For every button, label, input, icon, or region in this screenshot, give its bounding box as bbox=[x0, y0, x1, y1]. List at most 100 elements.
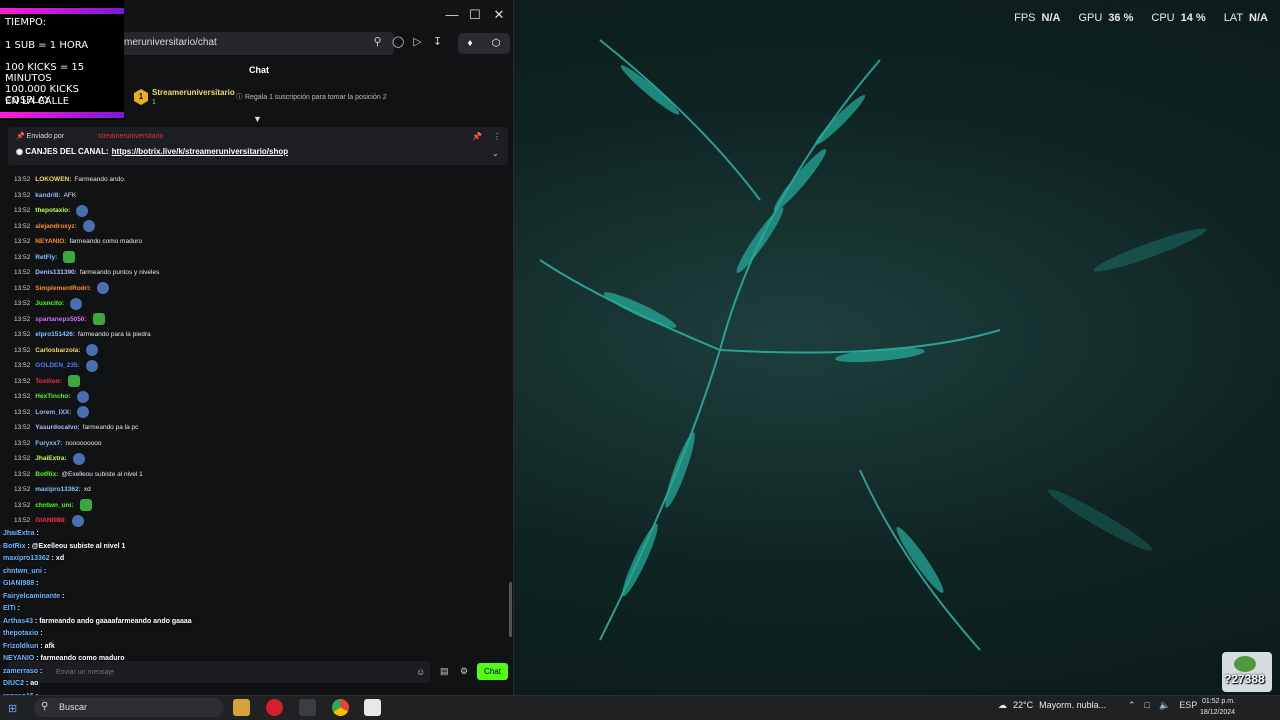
unpin-icon[interactable]: 📌 bbox=[472, 132, 482, 141]
message-user[interactable]: LOKOWEN: bbox=[35, 176, 71, 183]
emote-icon bbox=[86, 344, 99, 357]
emote-icon bbox=[92, 313, 105, 326]
network-icon[interactable]: □ bbox=[1145, 700, 1150, 711]
chat-message: 13:52 Carlosbarzola: bbox=[0, 343, 506, 359]
timer-title: TIEMPO: bbox=[5, 17, 47, 28]
message-time: 13:52 bbox=[14, 346, 31, 354]
chat-message: 13:52 JhaiExtra: bbox=[0, 451, 506, 467]
message-user[interactable]: GOLDEN_235: bbox=[35, 362, 79, 369]
collapse-icon[interactable]: ▼ bbox=[253, 114, 262, 124]
gear-icon[interactable]: ⚙ bbox=[460, 666, 468, 677]
overlay-chat-line: Frizoldkun : afk bbox=[0, 643, 240, 656]
message-time: 13:52 bbox=[14, 222, 31, 230]
overlay-user: ElTi bbox=[3, 605, 16, 612]
shield-icon[interactable]: ◯ bbox=[392, 37, 404, 48]
emoji-icon[interactable]: ☺ bbox=[416, 667, 425, 677]
overlay-chat-line: JhaiExtra : bbox=[0, 530, 240, 543]
clock[interactable]: 01:52 p.m. 18/12/2024 bbox=[1200, 696, 1235, 718]
emote-icon bbox=[70, 297, 83, 310]
message-time: 13:52 bbox=[14, 176, 31, 184]
message-user[interactable]: Furyxx7: bbox=[35, 440, 62, 447]
download-icon[interactable]: ↧ bbox=[432, 37, 443, 48]
overlay-text: : farmeando como maduro bbox=[34, 655, 125, 662]
message-user[interactable]: kandri8: bbox=[35, 192, 60, 199]
pinner-name[interactable]: streameruniversitario bbox=[98, 133, 163, 140]
overlay-text: : @Exelleou subiste al nivel 1 bbox=[25, 542, 126, 550]
emote-icon bbox=[77, 406, 90, 419]
pinned-message: 📌 Enviado por streameruniversitario ◉ CAN… bbox=[8, 127, 508, 165]
overlay-user: Fairyelcaminante bbox=[3, 592, 61, 600]
message-user[interactable]: BotRix: bbox=[35, 471, 58, 478]
taskbar-search[interactable]: ⚲ Buscar bbox=[34, 698, 224, 717]
gift-icon[interactable]: ▤ bbox=[440, 666, 449, 677]
expand-icon[interactable]: ⌄ bbox=[492, 149, 499, 158]
volume-icon[interactable]: 🔈 bbox=[1159, 700, 1170, 711]
message-user[interactable]: SimplementRodri: bbox=[35, 285, 91, 292]
message-time: 13:52 bbox=[14, 191, 31, 199]
message-text: AFK bbox=[63, 191, 77, 199]
send-icon[interactable]: ▷ bbox=[412, 37, 423, 48]
overlay-chat-line: DIUC2 : ao bbox=[0, 680, 240, 693]
chrome-icon[interactable] bbox=[332, 699, 349, 716]
opera-icon[interactable] bbox=[266, 699, 283, 716]
emote-icon bbox=[82, 220, 95, 233]
address-bar[interactable]: meruniversitario/chat bbox=[112, 32, 394, 55]
message-user[interactable]: NEYANIO: bbox=[35, 238, 66, 245]
cpu-stat: CPU 14 % bbox=[1151, 12, 1206, 24]
timer-rule-4: EN LA CALLE bbox=[5, 96, 70, 107]
overlay-chat-line: BotRix : @Exelleou subiste al nivel 1 bbox=[0, 543, 240, 556]
overlay-chat-line: NEYANIO : farmeando como maduro bbox=[0, 655, 240, 668]
store-icon[interactable] bbox=[364, 699, 381, 716]
scrollbar[interactable] bbox=[509, 582, 512, 637]
search-icon[interactable]: ⚲ bbox=[372, 37, 383, 48]
weather-widget[interactable]: ☁ 22°C Mayorm. nubla... bbox=[998, 700, 1106, 711]
chevron-up-icon[interactable]: ⌃ bbox=[1128, 700, 1136, 711]
file-explorer-icon[interactable] bbox=[233, 699, 250, 716]
overlay-chat-line: GIANI988 : bbox=[0, 580, 240, 593]
chat-message: 13:52 Denis131390: farmeando puntos y nive… bbox=[0, 265, 506, 281]
message-user[interactable]: HexTincho: bbox=[35, 393, 70, 400]
shop-link[interactable]: https://botrix.live/k/streameruniversita… bbox=[112, 147, 289, 156]
message-user[interactable]: GIANI988: bbox=[35, 517, 66, 524]
language-indicator[interactable]: ESP bbox=[1179, 700, 1197, 711]
overlay-chat-line: maxipro13362 : xd bbox=[0, 555, 240, 568]
message-text: xd bbox=[83, 486, 91, 494]
message-user[interactable]: chntwn_uni: bbox=[35, 502, 73, 509]
timer-rule-1: 1 SUB = 1 HORA bbox=[5, 40, 89, 51]
send-chat-button[interactable]: Chat bbox=[477, 663, 508, 680]
emote-icon bbox=[85, 359, 98, 372]
message-user[interactable]: Toxilion: bbox=[35, 378, 62, 385]
message-user[interactable]: Carlosbarzola: bbox=[35, 347, 80, 354]
message-user[interactable]: thepotaxio: bbox=[35, 207, 70, 214]
cube-icon[interactable]: ⬡ bbox=[492, 38, 501, 49]
message-user[interactable]: Denis131390: bbox=[35, 269, 77, 276]
message-user[interactable]: Juxncito: bbox=[35, 300, 64, 307]
app-icon[interactable] bbox=[299, 699, 316, 716]
maximize-button[interactable]: ☐ bbox=[468, 8, 482, 22]
overlay-chat-line: ElTi : bbox=[0, 605, 240, 618]
message-user[interactable]: RetFly: bbox=[35, 254, 57, 261]
message-user[interactable]: maxipro13362: bbox=[35, 486, 81, 493]
message-time: 13:52 bbox=[14, 501, 31, 509]
windows-start-icon[interactable]: ⊞ bbox=[8, 702, 17, 715]
chat-message: 13:52 Toxilion: bbox=[0, 374, 506, 390]
diamond-icon[interactable]: ♦ bbox=[468, 38, 473, 49]
chat-message: 13:52 chntwn_uni: bbox=[0, 498, 506, 514]
message-user[interactable]: Lorem_IXX: bbox=[35, 409, 71, 416]
more-options-icon[interactable]: ⋮ bbox=[493, 132, 501, 141]
gift-note[interactable]: ⓘ Regala 1 suscripción para tomar la pos… bbox=[236, 92, 387, 102]
close-button[interactable]: ✕ bbox=[492, 8, 506, 22]
minimize-button[interactable]: — bbox=[445, 8, 459, 22]
message-user[interactable]: JhaiExtra: bbox=[35, 455, 66, 462]
message-time: 13:52 bbox=[14, 377, 31, 385]
message-user[interactable]: alejandroxyz: bbox=[35, 223, 77, 230]
message-user[interactable]: spartaneps5050: bbox=[35, 316, 86, 323]
message-user[interactable]: elpro151426: bbox=[35, 331, 75, 338]
top-gifter-name[interactable]: Streameruniversitario bbox=[152, 88, 235, 97]
extensions-area: ♦ ⬡ bbox=[458, 33, 510, 54]
chat-message: 13:52 alejandroxyz: bbox=[0, 219, 506, 235]
message-text: Farmeando ando. bbox=[74, 176, 126, 184]
message-user[interactable]: Yasurdocalvo: bbox=[35, 424, 79, 431]
overlay-user: DIUC2 bbox=[3, 680, 25, 687]
message-time: 13:52 bbox=[14, 300, 31, 308]
